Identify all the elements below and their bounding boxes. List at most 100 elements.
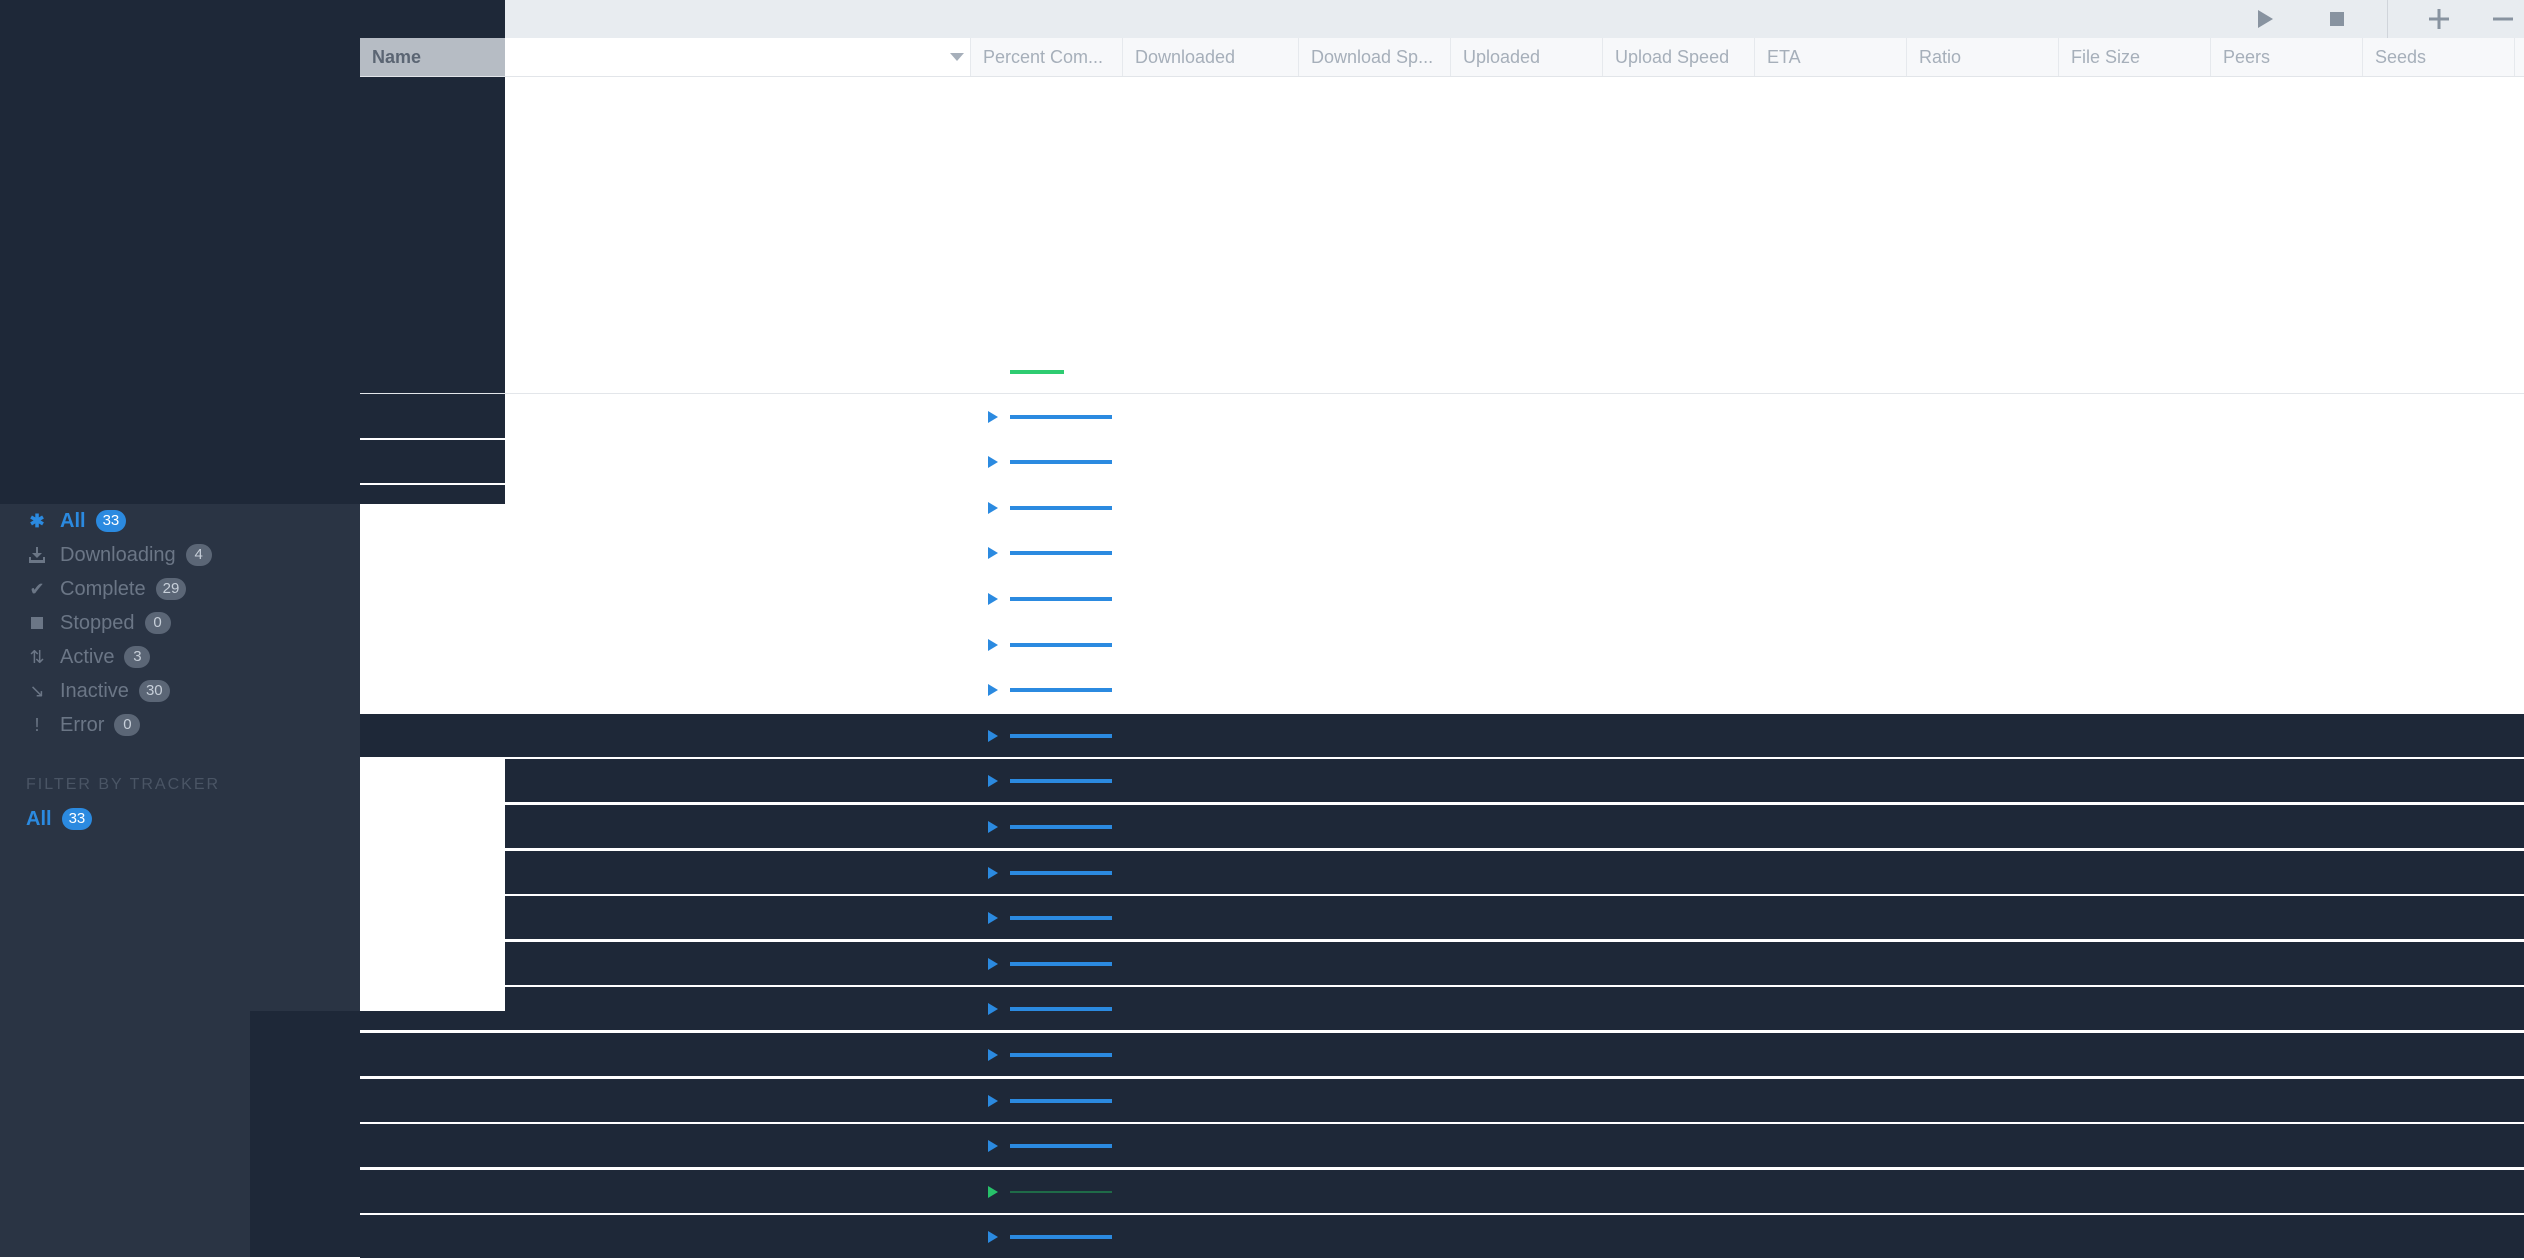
column-download-speed[interactable]: Download Sp... bbox=[1299, 38, 1451, 76]
column-uploaded[interactable]: Uploaded bbox=[1451, 38, 1603, 76]
filter-active[interactable]: ⇅ Active 3 bbox=[0, 640, 360, 674]
tracker-section-title: FILTER BY TRACKER bbox=[26, 776, 221, 793]
play-icon[interactable] bbox=[988, 775, 998, 787]
filter-inactive[interactable]: ↘ Inactive 30 bbox=[0, 674, 360, 708]
count-badge: 33 bbox=[95, 510, 127, 532]
filter-sidebar: ✱ All 33 Downloading 4 ✔ Complete 29 Sto… bbox=[0, 504, 360, 836]
play-icon[interactable] bbox=[988, 411, 998, 423]
progress-bar bbox=[1010, 370, 1064, 374]
play-icon[interactable] bbox=[988, 1049, 998, 1061]
filter-complete[interactable]: ✔ Complete 29 bbox=[0, 572, 360, 606]
filter-downloading[interactable]: Downloading 4 bbox=[0, 538, 360, 572]
table-row[interactable] bbox=[360, 1079, 2524, 1124]
play-icon[interactable] bbox=[988, 912, 998, 924]
table-row[interactable] bbox=[360, 759, 2524, 804]
count-badge: 0 bbox=[144, 612, 171, 634]
stop-icon bbox=[2330, 12, 2344, 26]
column-header: Name Percent Com... Downloaded Download … bbox=[360, 38, 2524, 77]
play-icon[interactable] bbox=[988, 1140, 998, 1152]
progress-bar bbox=[1010, 871, 1112, 875]
table-row[interactable] bbox=[360, 668, 2524, 713]
column-ratio[interactable]: Ratio bbox=[1907, 38, 2059, 76]
play-icon[interactable] bbox=[988, 1003, 998, 1015]
play-icon[interactable] bbox=[988, 1231, 998, 1243]
play-icon[interactable] bbox=[988, 502, 998, 514]
table-row[interactable] bbox=[360, 896, 2524, 941]
play-icon[interactable] bbox=[988, 639, 998, 651]
tracker-filter-all[interactable]: All 33 bbox=[0, 802, 360, 836]
play-icon[interactable] bbox=[988, 456, 998, 468]
table-row[interactable] bbox=[360, 987, 2524, 1032]
play-icon[interactable] bbox=[988, 1095, 998, 1107]
filter-label: All bbox=[26, 807, 52, 830]
table-row[interactable] bbox=[360, 486, 2524, 531]
sort-down-icon[interactable] bbox=[950, 53, 964, 61]
progress-bar bbox=[1010, 597, 1112, 601]
table-row[interactable] bbox=[360, 805, 2524, 850]
stop-button[interactable] bbox=[2307, 0, 2367, 38]
column-percent-complete[interactable]: Percent Com... bbox=[971, 38, 1123, 76]
play-icon[interactable] bbox=[988, 867, 998, 879]
sidebar-bottom-panel bbox=[250, 1011, 360, 1257]
column-downloaded[interactable]: Downloaded bbox=[1123, 38, 1299, 76]
table-row[interactable] bbox=[360, 577, 2524, 622]
table-row[interactable] bbox=[360, 942, 2524, 987]
table-row[interactable] bbox=[360, 440, 2524, 485]
play-icon[interactable] bbox=[988, 958, 998, 970]
filter-error[interactable]: ! Error 0 bbox=[0, 708, 360, 742]
column-name[interactable]: Name bbox=[360, 38, 971, 76]
download-icon bbox=[26, 546, 48, 564]
table-row[interactable] bbox=[360, 395, 2524, 440]
play-icon[interactable] bbox=[988, 684, 998, 696]
count-badge: 4 bbox=[185, 544, 212, 566]
play-icon[interactable] bbox=[988, 1186, 998, 1198]
progress-bar bbox=[1010, 1191, 1112, 1193]
progress-bar bbox=[1010, 688, 1112, 692]
progress-bar bbox=[1010, 415, 1112, 419]
table-row[interactable] bbox=[360, 1033, 2524, 1078]
inactive-icon: ↘ bbox=[29, 680, 45, 701]
table-row[interactable] bbox=[360, 531, 2524, 576]
start-button[interactable] bbox=[2235, 0, 2295, 38]
progress-bar bbox=[1010, 506, 1112, 510]
filter-label: Error bbox=[60, 713, 105, 736]
add-button[interactable] bbox=[2409, 0, 2469, 38]
remove-button[interactable] bbox=[2473, 0, 2524, 38]
play-icon[interactable] bbox=[988, 547, 998, 559]
filter-label: All bbox=[60, 509, 86, 532]
table-row[interactable] bbox=[360, 851, 2524, 896]
column-upload-speed[interactable]: Upload Speed bbox=[1603, 38, 1755, 76]
progress-bar bbox=[1010, 1099, 1112, 1103]
progress-bar bbox=[1010, 734, 1112, 738]
column-peers[interactable]: Peers bbox=[2211, 38, 2363, 76]
table-row[interactable] bbox=[360, 1170, 2524, 1215]
filter-label: Inactive bbox=[60, 679, 129, 702]
column-name-label: Name bbox=[372, 47, 422, 67]
filter-label: Active bbox=[60, 645, 115, 668]
table-row[interactable] bbox=[360, 623, 2524, 668]
progress-bar bbox=[1010, 1235, 1112, 1239]
column-seeds[interactable]: Seeds bbox=[2363, 38, 2515, 76]
column-eta[interactable]: ETA bbox=[1755, 38, 1907, 76]
play-icon[interactable] bbox=[988, 593, 998, 605]
filter-all[interactable]: ✱ All 33 bbox=[0, 504, 360, 538]
table-row[interactable] bbox=[360, 714, 2524, 759]
count-badge: 33 bbox=[61, 808, 93, 830]
table-row[interactable] bbox=[360, 349, 2524, 394]
count-badge: 30 bbox=[138, 680, 170, 702]
active-arrows-icon: ⇅ bbox=[29, 646, 45, 667]
table-row[interactable] bbox=[360, 1124, 2524, 1169]
toolbar-divider bbox=[2387, 0, 2388, 38]
progress-bar bbox=[1010, 1007, 1112, 1011]
play-icon[interactable] bbox=[988, 821, 998, 833]
checkmark-icon: ✔ bbox=[29, 578, 45, 599]
play-icon[interactable] bbox=[988, 730, 998, 742]
count-badge: 29 bbox=[155, 578, 187, 600]
filter-stopped[interactable]: Stopped 0 bbox=[0, 606, 360, 640]
progress-bar bbox=[1010, 643, 1112, 647]
table-row[interactable] bbox=[360, 1215, 2524, 1260]
progress-bar bbox=[1010, 551, 1112, 555]
progress-bar bbox=[1010, 916, 1112, 920]
count-badge: 0 bbox=[114, 714, 141, 736]
column-file-size[interactable]: File Size bbox=[2059, 38, 2211, 76]
